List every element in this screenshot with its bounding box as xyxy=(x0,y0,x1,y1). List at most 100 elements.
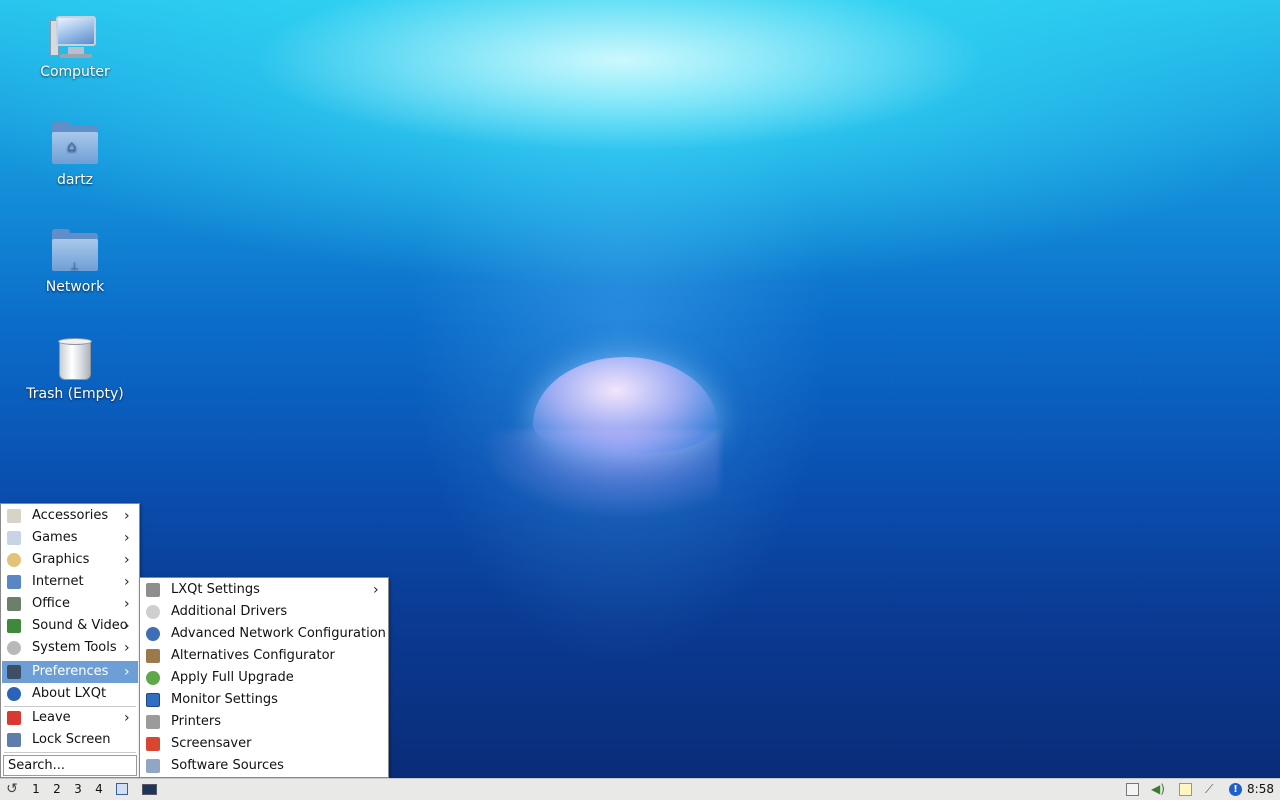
menu-item-label: Printers xyxy=(171,714,222,729)
menu-item-graphics[interactable]: Graphics › xyxy=(2,549,138,571)
chevron-right-icon: › xyxy=(124,574,130,590)
menu-item-label: Games xyxy=(32,530,78,545)
internet-icon xyxy=(7,575,21,589)
chevron-right-icon: › xyxy=(124,618,130,634)
menu-item-preferences[interactable]: Preferences › xyxy=(2,661,138,683)
desktop-icon-computer[interactable]: Computer xyxy=(15,14,135,80)
menu-item-label: Advanced Network Configuration xyxy=(171,626,386,641)
menu-item-label: System Tools xyxy=(32,640,117,655)
submenu-item-lxqt-settings[interactable]: LXQt Settings › xyxy=(141,579,387,601)
menu-item-label: Preferences xyxy=(32,664,109,679)
taskbar: ↺ 1 2 3 4 ◀) ⟋ ! 8:58 xyxy=(0,778,1280,800)
preferences-submenu: LXQt Settings › Additional Drivers Advan… xyxy=(139,577,389,778)
desktop-icon-network[interactable]: ⊥ Network xyxy=(15,229,135,295)
desktop-switch-4[interactable]: 4 xyxy=(89,779,109,800)
info-icon xyxy=(7,687,21,701)
printer-icon xyxy=(146,715,160,729)
quicklaunch-terminal[interactable] xyxy=(140,779,158,800)
menu-item-label: Sound & Video xyxy=(32,618,128,633)
menu-item-accessories[interactable]: Accessories › xyxy=(2,505,138,527)
menu-item-games[interactable]: Games › xyxy=(2,527,138,549)
menu-item-label: Accessories xyxy=(32,508,109,523)
alternatives-icon xyxy=(146,649,160,663)
start-menu-button[interactable]: ↺ xyxy=(2,779,22,800)
chevron-right-icon: › xyxy=(124,530,130,546)
lxqt-logo-icon: ↺ xyxy=(6,781,18,797)
show-desktop-icon xyxy=(116,783,128,795)
menu-item-office[interactable]: Office › xyxy=(2,593,138,615)
menu-item-system-tools[interactable]: System Tools › xyxy=(2,637,138,659)
accessories-icon xyxy=(7,509,21,523)
submenu-item-full-upgrade[interactable]: Apply Full Upgrade xyxy=(141,667,387,689)
menu-item-label: Alternatives Configurator xyxy=(171,648,335,663)
clipboard-icon[interactable] xyxy=(1126,783,1139,796)
menu-item-leave[interactable]: Leave › xyxy=(2,707,138,729)
network-tools-icon[interactable]: ⟋ xyxy=(1205,783,1218,796)
submenu-item-software-sources[interactable]: Software Sources xyxy=(141,755,387,777)
notes-icon[interactable] xyxy=(1179,783,1192,796)
menu-item-label: Screensaver xyxy=(171,736,252,751)
screensaver-icon xyxy=(146,737,160,751)
submenu-item-monitor-settings[interactable]: Monitor Settings xyxy=(141,689,387,711)
menu-item-label: Apply Full Upgrade xyxy=(171,670,294,685)
software-sources-icon xyxy=(146,759,160,773)
terminal-icon xyxy=(141,784,157,795)
jellyfish-image xyxy=(533,357,717,453)
menu-item-label: Monitor Settings xyxy=(171,692,278,707)
main-menu: Accessories › Games › Graphics › Interne… xyxy=(0,503,140,778)
menu-item-label: Internet xyxy=(32,574,84,589)
desktop-switch-1[interactable]: 1 xyxy=(26,779,46,800)
menu-search-input[interactable] xyxy=(3,755,137,776)
chevron-right-icon: › xyxy=(124,664,130,680)
computer-icon xyxy=(50,14,100,60)
desktop-icon-label: Trash (Empty) xyxy=(26,386,124,402)
desktop-icon-home[interactable]: ⌂ dartz xyxy=(15,122,135,188)
desktop-icon-label: Computer xyxy=(40,64,110,80)
graphics-icon xyxy=(7,553,21,567)
menu-item-internet[interactable]: Internet › xyxy=(2,571,138,593)
desktop-icon-trash[interactable]: Trash (Empty) xyxy=(15,336,135,402)
menu-item-label: Software Sources xyxy=(171,758,284,773)
lock-screen-icon xyxy=(7,733,21,747)
chevron-right-icon: › xyxy=(124,508,130,524)
trash-icon xyxy=(50,336,100,382)
show-desktop-button[interactable] xyxy=(114,779,130,800)
menu-item-label: Office xyxy=(32,596,70,611)
network-config-icon xyxy=(146,627,160,641)
menu-item-label: Lock Screen xyxy=(32,732,111,747)
upgrade-icon xyxy=(146,671,160,685)
chevron-right-icon: › xyxy=(124,596,130,612)
network-folder-icon: ⊥ xyxy=(50,229,100,275)
preferences-icon xyxy=(7,665,21,679)
menu-item-label: Graphics xyxy=(32,552,90,567)
desktop-icon-label: Network xyxy=(45,279,105,295)
volume-icon[interactable]: ◀) xyxy=(1151,783,1165,796)
desktop-icon-label: dartz xyxy=(56,172,94,188)
menu-item-label: Additional Drivers xyxy=(171,604,288,619)
menu-separator xyxy=(4,752,136,753)
submenu-item-printers[interactable]: Printers xyxy=(141,711,387,733)
drivers-icon xyxy=(146,605,160,619)
chevron-right-icon: › xyxy=(373,582,379,598)
submenu-item-additional-drivers[interactable]: Additional Drivers xyxy=(141,601,387,623)
menu-item-lock-screen[interactable]: Lock Screen xyxy=(2,729,138,751)
submenu-item-alternatives[interactable]: Alternatives Configurator xyxy=(141,645,387,667)
chevron-right-icon: › xyxy=(124,710,130,726)
update-alert-icon[interactable]: ! xyxy=(1229,783,1242,796)
menu-item-about[interactable]: About LXQt xyxy=(2,683,138,705)
desktop-switch-2[interactable]: 2 xyxy=(47,779,67,800)
submenu-item-screensaver[interactable]: Screensaver xyxy=(141,733,387,755)
chevron-right-icon: › xyxy=(124,640,130,656)
submenu-item-advanced-network[interactable]: Advanced Network Configuration xyxy=(141,623,387,645)
monitor-icon xyxy=(146,693,160,707)
home-folder-icon: ⌂ xyxy=(50,122,100,168)
tools-icon xyxy=(146,583,160,597)
clock[interactable]: 8:58 xyxy=(1247,779,1274,800)
menu-item-sound-video[interactable]: Sound & Video › xyxy=(2,615,138,637)
system-tools-icon xyxy=(7,641,21,655)
sound-video-icon xyxy=(7,619,21,633)
power-icon xyxy=(7,711,21,725)
office-icon xyxy=(7,597,21,611)
desktop-switch-3[interactable]: 3 xyxy=(68,779,88,800)
menu-item-label: Leave xyxy=(32,710,71,725)
